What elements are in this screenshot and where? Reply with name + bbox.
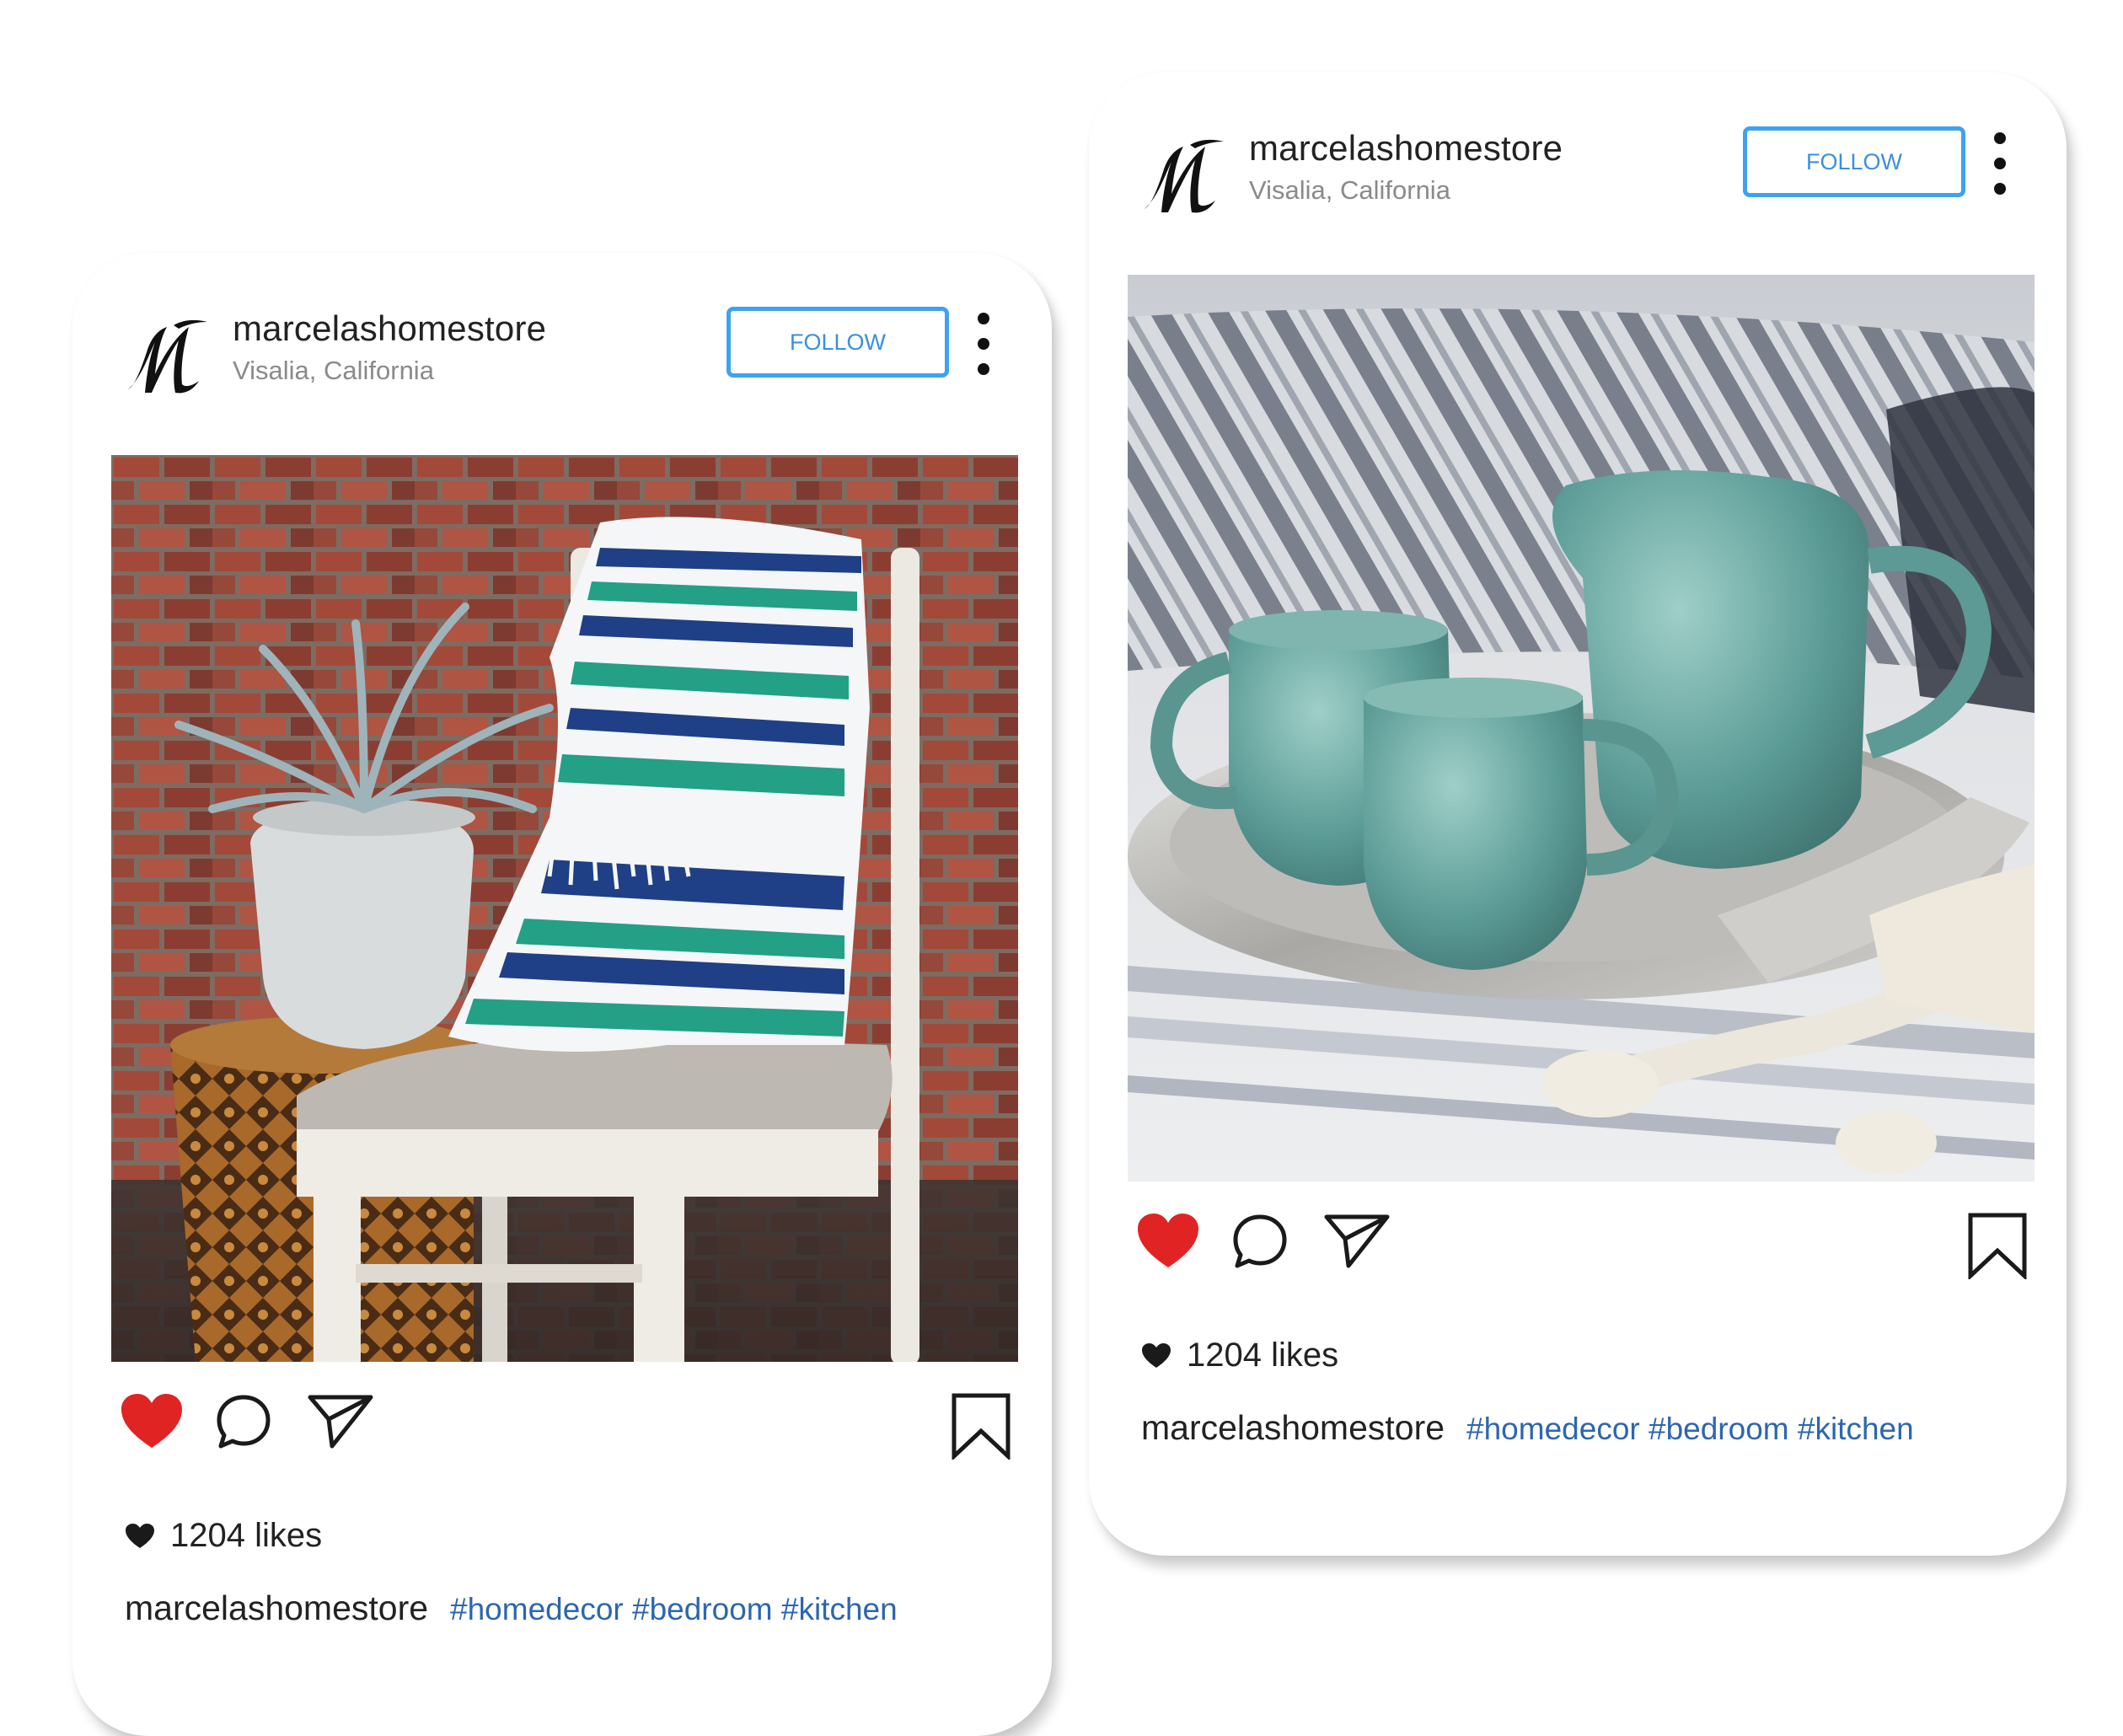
caption-username[interactable]: marcelashomestore <box>1141 1408 1445 1448</box>
small-heart-icon <box>1142 1342 1171 1368</box>
location[interactable]: Visalia, California <box>1249 175 1563 206</box>
comment-icon[interactable] <box>214 1392 273 1451</box>
heart-icon[interactable] <box>120 1392 184 1451</box>
user-block: marcelashomestore Visalia, California <box>233 308 546 386</box>
post-header: marcelashomestore Visalia, California FO… <box>123 307 1000 433</box>
likes-count[interactable]: 1204 likes <box>170 1517 322 1555</box>
post-card-2: marcelashomestore Visalia, California FO… <box>1089 72 2067 1556</box>
likes-row: 1204 likes <box>125 1517 322 1555</box>
send-icon[interactable] <box>1323 1212 1391 1271</box>
heart-icon[interactable] <box>1136 1212 1200 1271</box>
username[interactable]: marcelashomestore <box>233 308 546 349</box>
post-header: marcelashomestore Visalia, California FO… <box>1139 126 2016 253</box>
post-photo-mugs[interactable] <box>1128 275 2035 1181</box>
caption-hashtags[interactable]: #homedecor #bedroom #kitchen <box>1466 1412 1914 1447</box>
store-logo-m-icon[interactable] <box>1139 135 1232 219</box>
caption: marcelashomestore #homedecor #bedroom #k… <box>1141 1408 1914 1448</box>
post-photo-chair[interactable] <box>111 455 1018 1362</box>
small-heart-icon <box>126 1523 154 1548</box>
store-logo-m-icon[interactable] <box>123 315 216 399</box>
more-vertical-icon[interactable] <box>969 307 998 383</box>
send-icon[interactable] <box>307 1392 374 1451</box>
comment-icon[interactable] <box>1230 1212 1289 1271</box>
likes-row: 1204 likes <box>1141 1337 1338 1374</box>
location[interactable]: Visalia, California <box>233 356 546 386</box>
post-actions <box>120 1392 1013 1468</box>
username[interactable]: marcelashomestore <box>1249 128 1563 169</box>
caption: marcelashomestore #homedecor #bedroom #k… <box>125 1589 898 1628</box>
follow-button[interactable]: FOLLOW <box>726 307 949 378</box>
bookmark-icon[interactable] <box>951 1392 1011 1460</box>
likes-count[interactable]: 1204 likes <box>1187 1337 1338 1374</box>
post-actions <box>1136 1212 2029 1288</box>
caption-username[interactable]: marcelashomestore <box>125 1589 428 1628</box>
user-block: marcelashomestore Visalia, California <box>1249 128 1563 206</box>
bookmark-icon[interactable] <box>1967 1212 2028 1279</box>
caption-hashtags[interactable]: #homedecor #bedroom #kitchen <box>450 1592 898 1627</box>
post-card-1: marcelashomestore Visalia, California FO… <box>72 253 1052 1736</box>
follow-button[interactable]: FOLLOW <box>1743 126 1965 197</box>
more-vertical-icon[interactable] <box>1986 126 2014 202</box>
